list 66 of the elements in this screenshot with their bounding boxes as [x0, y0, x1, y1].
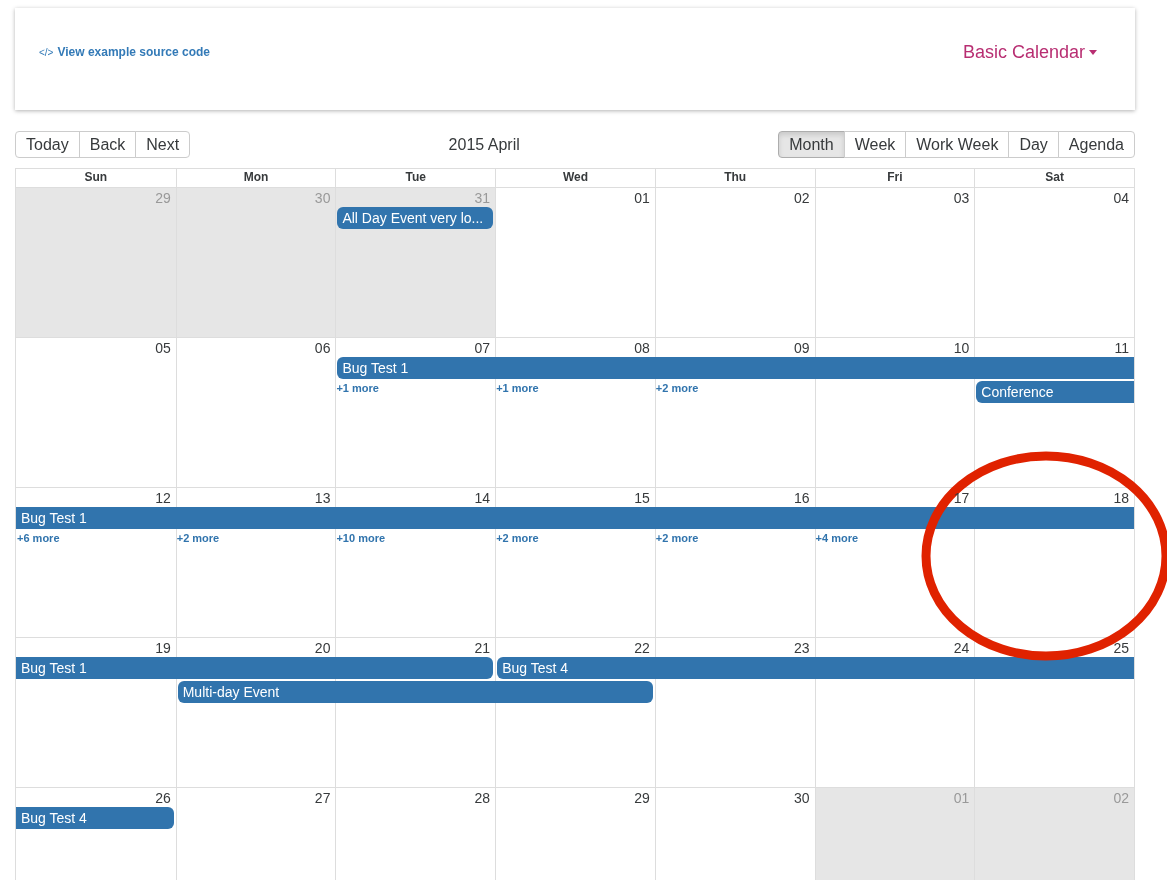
weekday-header: Sun	[83, 169, 109, 186]
date-number[interactable]: 29	[634, 789, 650, 807]
date-number[interactable]: 03	[953, 189, 970, 207]
source-code-link[interactable]: </> View example source code	[39, 43, 210, 61]
weekday-header: Wed	[495, 169, 655, 187]
date-number[interactable]: 13	[314, 489, 331, 507]
date-number[interactable]: 17	[953, 489, 970, 507]
caret-icon	[1089, 49, 1097, 55]
date-number[interactable]: 09	[794, 339, 810, 357]
event-bar[interactable]: Bug Test 4	[497, 657, 1134, 679]
date-number[interactable]: 27	[314, 789, 331, 807]
event-bar[interactable]: All Day Event very lo...	[337, 207, 494, 229]
event-bar[interactable]: Conference	[976, 381, 1134, 403]
nav-button[interactable]: Next	[135, 131, 191, 158]
date-number[interactable]: 24	[953, 639, 970, 657]
event-bar[interactable]: Bug Test 1	[16, 657, 494, 679]
show-more-link[interactable]: +1 more	[495, 381, 539, 395]
date-number[interactable]: 26	[155, 789, 171, 807]
date-number[interactable]: 02	[794, 189, 810, 207]
date-number[interactable]: 14	[474, 489, 491, 507]
date-number[interactable]: 25	[1113, 639, 1129, 657]
show-more-link[interactable]: +2 more	[654, 381, 699, 395]
weekday-header: Sat	[974, 169, 1134, 187]
show-more-link[interactable]: +4 more	[814, 531, 859, 545]
date-number[interactable]: 04	[1113, 189, 1129, 207]
show-more-link[interactable]: +2 more	[495, 531, 539, 545]
view-tab[interactable]: Month	[778, 131, 845, 158]
show-more-link[interactable]: +2 more	[175, 531, 220, 545]
event-bar[interactable]: Bug Test 4	[16, 807, 174, 829]
view-tab[interactable]: Agenda	[1057, 131, 1135, 158]
calendar-title: 2015 April	[448, 134, 520, 155]
weekday-header: Fri	[814, 169, 975, 187]
show-more-link[interactable]: +1 more	[335, 381, 379, 395]
view-tab[interactable]: Week	[843, 131, 907, 158]
date-number[interactable]: 15	[634, 489, 650, 507]
weekday-header: Tue	[335, 169, 496, 187]
event-bar[interactable]: Bug Test 1	[16, 507, 1134, 529]
view-tab[interactable]: Day	[1008, 131, 1059, 158]
date-number[interactable]: 21	[474, 639, 491, 657]
date-number[interactable]: 30	[794, 789, 810, 807]
date-number[interactable]: 05	[155, 339, 171, 357]
example-dropdown[interactable]: Basic Calendar	[962, 38, 1097, 66]
show-more-link[interactable]: +2 more	[654, 531, 699, 545]
view-tab[interactable]: Work Week	[905, 131, 1010, 158]
date-number[interactable]: 18	[1113, 489, 1129, 507]
date-number[interactable]: 20	[314, 639, 331, 657]
date-number[interactable]: 23	[794, 639, 810, 657]
date-number[interactable]: 22	[634, 639, 650, 657]
date-number[interactable]: 06	[314, 339, 331, 357]
event-bar[interactable]: Multi-day Event	[177, 681, 653, 703]
date-number[interactable]: 19	[155, 639, 171, 657]
date-number[interactable]: 28	[474, 789, 491, 807]
weekday-header: Mon	[175, 169, 336, 187]
nav-button[interactable]: Back	[78, 131, 137, 158]
date-number[interactable]: 07	[474, 339, 491, 357]
nav-button[interactable]: Today	[15, 131, 80, 158]
date-number[interactable]: 01	[634, 189, 650, 207]
date-number[interactable]: 12	[155, 489, 171, 507]
date-number[interactable]: 11	[1114, 339, 1129, 357]
date-number[interactable]: 10	[953, 339, 970, 357]
show-more-link[interactable]: +6 more	[16, 531, 60, 545]
date-number[interactable]: 16	[794, 489, 810, 507]
show-more-link[interactable]: +10 more	[335, 531, 386, 545]
event-bar[interactable]: Bug Test 1	[337, 357, 1134, 379]
weekday-header: Thu	[654, 169, 815, 187]
date-number[interactable]: 08	[634, 339, 650, 357]
